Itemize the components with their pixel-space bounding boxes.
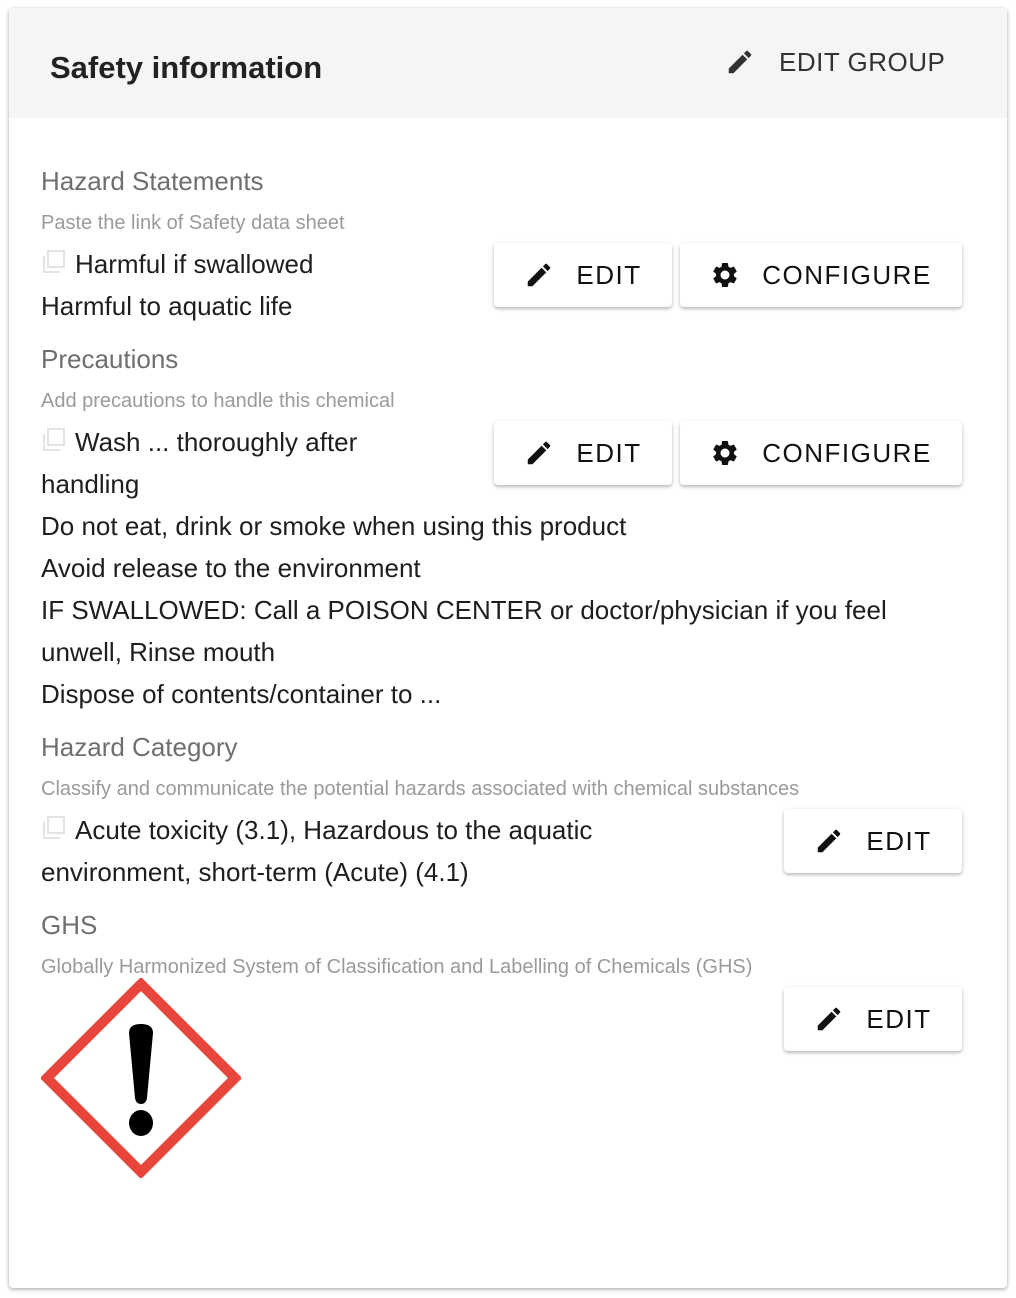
gear-icon bbox=[713, 262, 737, 287]
precaution-line: Avoid release to the environment bbox=[41, 553, 421, 583]
hazard-statements-configure-button[interactable]: CONFIGURE bbox=[680, 243, 962, 307]
copy-icon[interactable] bbox=[41, 815, 67, 841]
hazard-statement-line: Harmful to aquatic life bbox=[41, 291, 293, 321]
precaution-line: Wash ... thoroughly after bbox=[75, 427, 358, 457]
edit-label: EDIT bbox=[576, 437, 642, 468]
hazard-statements-value: Harmful if swallowed Harmful to aquatic … bbox=[41, 243, 313, 327]
hazard-category-line: environment, short-term (Acute) (4.1) bbox=[41, 857, 469, 887]
hazard-statements-edit-button[interactable]: EDIT bbox=[494, 243, 672, 307]
ghs-edit-button[interactable]: EDIT bbox=[784, 987, 962, 1051]
configure-label: CONFIGURE bbox=[762, 437, 932, 468]
copy-icon[interactable] bbox=[41, 249, 67, 275]
precautions-title: Precautions bbox=[41, 344, 179, 374]
pencil-icon bbox=[818, 1007, 841, 1031]
precautions-configure-button[interactable]: CONFIGURE bbox=[680, 421, 962, 485]
pencil-icon bbox=[528, 263, 551, 287]
pencil-icon bbox=[728, 50, 752, 74]
edit-group-label: EDIT GROUP bbox=[779, 46, 946, 77]
hazard-statement-line: Harmful if swallowed bbox=[75, 249, 314, 279]
precaution-line: Do not eat, drink or smoke when using th… bbox=[41, 511, 627, 541]
edit-group-button[interactable]: EDIT GROUP bbox=[725, 42, 945, 82]
hazard-category-value: Acute toxicity (3.1), Hazardous to the a… bbox=[41, 809, 592, 893]
hazard-category-line: Acute toxicity (3.1), Hazardous to the a… bbox=[75, 815, 593, 845]
hazard-category-title: Hazard Category bbox=[41, 732, 238, 762]
copy-icon[interactable] bbox=[41, 427, 67, 453]
hazard-category-description: Classify and communicate the potential h… bbox=[41, 778, 800, 800]
pencil-icon bbox=[818, 829, 841, 853]
gear-icon bbox=[713, 440, 737, 465]
precautions-description: Add precautions to handle this chemical bbox=[41, 390, 395, 412]
hazard-statements-description: Paste the link of Safety data sheet bbox=[41, 212, 345, 234]
ghs-description: Globally Harmonized System of Classifica… bbox=[41, 956, 753, 978]
precautions-edit-button[interactable]: EDIT bbox=[494, 421, 672, 485]
card-title: Safety information bbox=[50, 50, 323, 85]
ghs-title: GHS bbox=[41, 910, 98, 940]
pencil-icon bbox=[528, 441, 551, 465]
edit-label: EDIT bbox=[866, 825, 932, 856]
edit-label: EDIT bbox=[576, 259, 642, 290]
hazard-statements-title: Hazard Statements bbox=[41, 166, 264, 196]
hazard-category-edit-button[interactable]: EDIT bbox=[784, 809, 962, 873]
ghs-exclamation-pictogram bbox=[41, 978, 241, 1178]
precaution-line: Dispose of contents/container to ... bbox=[41, 679, 442, 709]
precaution-line: unwell, Rinse mouth bbox=[41, 637, 276, 667]
edit-label: EDIT bbox=[866, 1003, 932, 1034]
exclamation-dot bbox=[129, 1110, 153, 1136]
card-header: Safety information EDIT GROUP bbox=[9, 8, 1007, 118]
configure-label: CONFIGURE bbox=[762, 259, 932, 290]
precaution-line: IF SWALLOWED: Call a POISON CENTER or do… bbox=[41, 595, 887, 625]
